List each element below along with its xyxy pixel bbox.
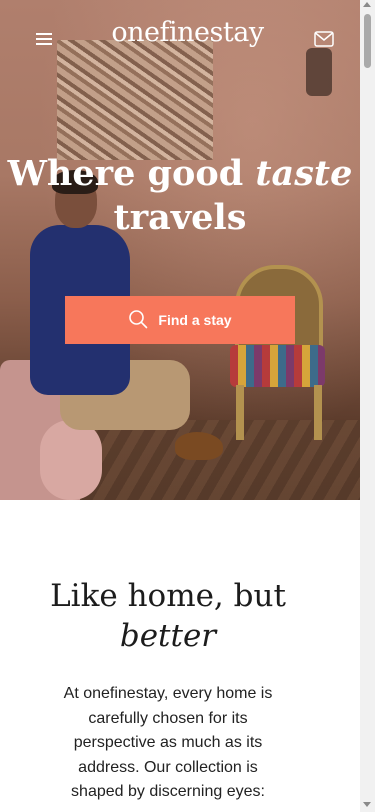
chair-leg: [314, 385, 322, 440]
sofa-arm: [40, 420, 102, 500]
intro-title-line1: Like home, but: [50, 578, 286, 614]
chair-leg: [236, 385, 244, 440]
scroll-up-arrow-icon[interactable]: [363, 2, 371, 7]
page-scrollbar[interactable]: [360, 0, 375, 812]
intro-section: Like home, but better At onefinestay, ev…: [0, 500, 360, 812]
search-icon: [128, 309, 148, 332]
find-a-stay-label: Find a stay: [158, 312, 232, 328]
hero-title-line1: Where good: [7, 153, 256, 194]
logo[interactable]: onefinestay: [0, 17, 360, 48]
hero-title-line2: travels: [113, 197, 247, 238]
person-shoe: [175, 432, 223, 460]
top-navigation: onefinestay: [0, 0, 360, 80]
page: onefinestay Where good taste travels Fin…: [0, 0, 360, 812]
scrollbar-thumb[interactable]: [364, 14, 371, 68]
hero-section: onefinestay Where good taste travels Fin…: [0, 0, 360, 500]
intro-body-text: At onefinestay, every home is carefully …: [63, 685, 273, 800]
hero-title: Where good taste travels: [0, 152, 360, 240]
intro-title: Like home, but better: [0, 576, 336, 656]
mail-icon[interactable]: [314, 31, 334, 47]
hero-title-emphasis: taste: [255, 153, 353, 194]
intro-title-emphasis: better: [119, 618, 217, 654]
find-a-stay-button[interactable]: Find a stay: [65, 296, 295, 344]
scroll-down-arrow-icon[interactable]: [363, 802, 371, 807]
chair-seat: [230, 345, 325, 387]
